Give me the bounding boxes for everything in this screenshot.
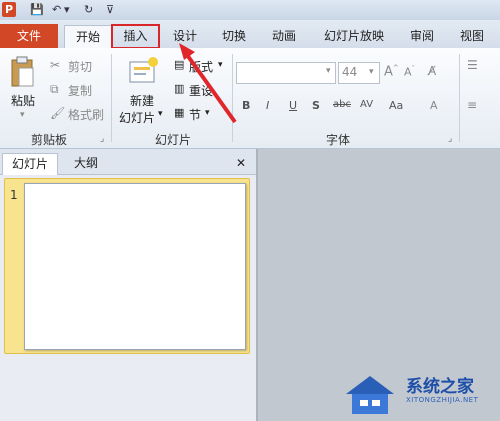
chevron-down-icon[interactable]: ▾: [369, 67, 374, 77]
bullets-icon[interactable]: ☰: [467, 58, 478, 72]
watermark: 系统之家 XITONGZHIJIA.NET: [340, 366, 500, 421]
format-painter-button[interactable]: 格式刷: [68, 106, 104, 123]
shrink-font-icon[interactable]: Aˇ: [404, 65, 415, 79]
save-icon[interactable]: 💾: [30, 3, 44, 17]
paste-dropdown-icon[interactable]: ▾: [20, 110, 25, 120]
tab-slides-panel[interactable]: 幻灯片: [2, 153, 58, 175]
tab-view[interactable]: 视图: [450, 25, 494, 48]
watermark-url: XITONGZHIJIA.NET: [406, 396, 479, 404]
cut-button[interactable]: 剪切: [68, 58, 92, 75]
font-color-button[interactable]: A: [430, 99, 438, 112]
new-slide-dropdown-icon[interactable]: ▾: [158, 109, 163, 119]
italic-button[interactable]: I: [266, 99, 269, 112]
slides-group-label: 幻灯片: [154, 133, 191, 147]
tab-home[interactable]: 开始: [64, 25, 112, 49]
copy-button[interactable]: 复制: [68, 82, 92, 99]
undo-icon[interactable]: ↶: [52, 3, 61, 17]
slide-number: 1: [10, 188, 18, 202]
ribbon: 粘贴 ▾ ✂ 剪切 ⧉ 复制 🖌 格式刷 剪贴板 ⌟ 新建 幻灯片 ▾ ▤ 版式…: [0, 48, 500, 149]
strikethrough-button[interactable]: abc: [333, 99, 351, 110]
close-icon[interactable]: ✕: [232, 153, 250, 174]
clear-format-icon[interactable]: A̸: [428, 64, 436, 78]
dialog-launcher-icon[interactable]: ⌟: [100, 134, 104, 144]
chevron-down-icon[interactable]: ▾: [64, 3, 70, 17]
clipboard-group-label: 剪贴板: [30, 133, 67, 147]
new-slide-label-1[interactable]: 新建: [130, 92, 154, 109]
align-icon[interactable]: ≡: [467, 98, 477, 112]
group-divider: [459, 54, 460, 142]
tab-slideshow[interactable]: 幻灯片放映: [314, 25, 394, 48]
tab-insert[interactable]: 插入: [111, 24, 160, 49]
tab-review[interactable]: 审阅: [400, 25, 444, 48]
tab-animations[interactable]: 动画: [262, 25, 306, 48]
chevron-down-icon[interactable]: ▾: [326, 66, 331, 76]
customize-qat-icon[interactable]: ⊽: [106, 3, 114, 17]
char-spacing-button[interactable]: AV: [360, 99, 373, 110]
ribbon-tabs: 文件 开始 插入 设计 切换 动画 幻灯片放映 审阅 视图: [0, 20, 500, 49]
font-name-combo[interactable]: [236, 62, 336, 84]
watermark-name: 系统之家: [406, 377, 474, 397]
shadow-button[interactable]: S: [312, 99, 320, 112]
copy-icon: ⧉: [50, 82, 59, 96]
redo-icon[interactable]: ↻: [84, 3, 93, 17]
tab-outline-panel[interactable]: 大纲: [66, 153, 106, 174]
dialog-launcher-icon[interactable]: ⌟: [448, 134, 452, 144]
paste-button[interactable]: 粘贴: [11, 92, 35, 109]
slide-thumbnail[interactable]: [24, 183, 246, 350]
file-tab[interactable]: 文件: [0, 24, 58, 48]
font-size-combo[interactable]: 44 ▾: [338, 62, 380, 84]
annotation-arrow-icon: [179, 43, 237, 124]
scissors-icon: ✂: [50, 58, 61, 72]
new-slide-label-2[interactable]: 幻灯片: [119, 109, 155, 126]
grow-font-icon[interactable]: A^: [384, 64, 399, 79]
font-group-label: 字体: [325, 133, 350, 147]
group-divider: [111, 54, 112, 142]
house-logo-icon: [346, 376, 394, 414]
format-painter-icon: 🖌: [50, 106, 66, 120]
powerpoint-logo-icon: P: [2, 2, 16, 17]
pane-tabs: 幻灯片 大纲 ✕: [0, 149, 257, 175]
font-size-value: 44: [342, 65, 358, 79]
underline-button[interactable]: U: [289, 99, 297, 112]
change-case-button[interactable]: Aa: [389, 99, 403, 112]
paste-icon[interactable]: [10, 56, 36, 90]
new-slide-icon[interactable]: [128, 56, 158, 86]
title-bar: P 💾 ↶ ▾ ↻ ⊽: [0, 0, 500, 21]
